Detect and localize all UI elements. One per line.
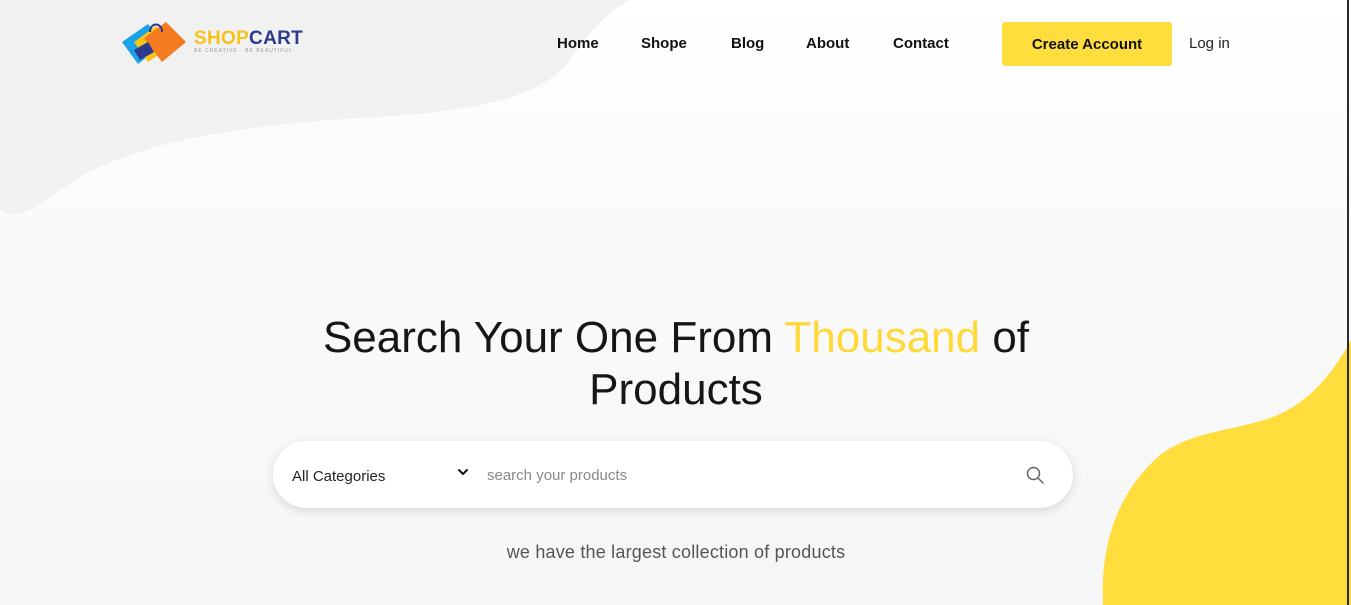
search-icon[interactable] xyxy=(1025,465,1045,485)
window-edge xyxy=(1347,0,1349,605)
background-shapes xyxy=(0,0,1351,605)
site-header: SHOPCART BE CREATIVE · BE BEAUTIFUL Home… xyxy=(0,0,1351,90)
create-account-button[interactable]: Create Account xyxy=(1002,22,1172,66)
hero-title: Search Your One From Thousand of Product… xyxy=(276,312,1076,416)
category-select[interactable]: All Categories xyxy=(292,468,385,485)
nav-contact[interactable]: Contact xyxy=(893,35,949,52)
yellow-blob xyxy=(1102,340,1351,605)
nav-shope[interactable]: Shope xyxy=(641,35,687,52)
search-input[interactable] xyxy=(487,461,987,489)
chevron-down-icon[interactable] xyxy=(457,466,469,478)
nav-blog[interactable]: Blog xyxy=(731,35,764,52)
logo-tagline: BE CREATIVE · BE BEAUTIFUL xyxy=(194,48,293,54)
hero-subtitle: we have the largest collection of produc… xyxy=(506,542,846,562)
logo[interactable]: SHOPCART BE CREATIVE · BE BEAUTIFUL xyxy=(120,20,303,68)
logo-wordmark: SHOPCART xyxy=(194,28,304,49)
nav-home[interactable]: Home xyxy=(557,35,599,52)
search-bar: All Categories xyxy=(273,441,1073,508)
logo-icon xyxy=(122,22,186,64)
hero-title-accent: Thousand xyxy=(784,313,981,362)
hero-title-part1: Search Your One From xyxy=(322,313,785,362)
login-link[interactable]: Log in xyxy=(1189,35,1230,52)
nav-about[interactable]: About xyxy=(806,35,849,52)
